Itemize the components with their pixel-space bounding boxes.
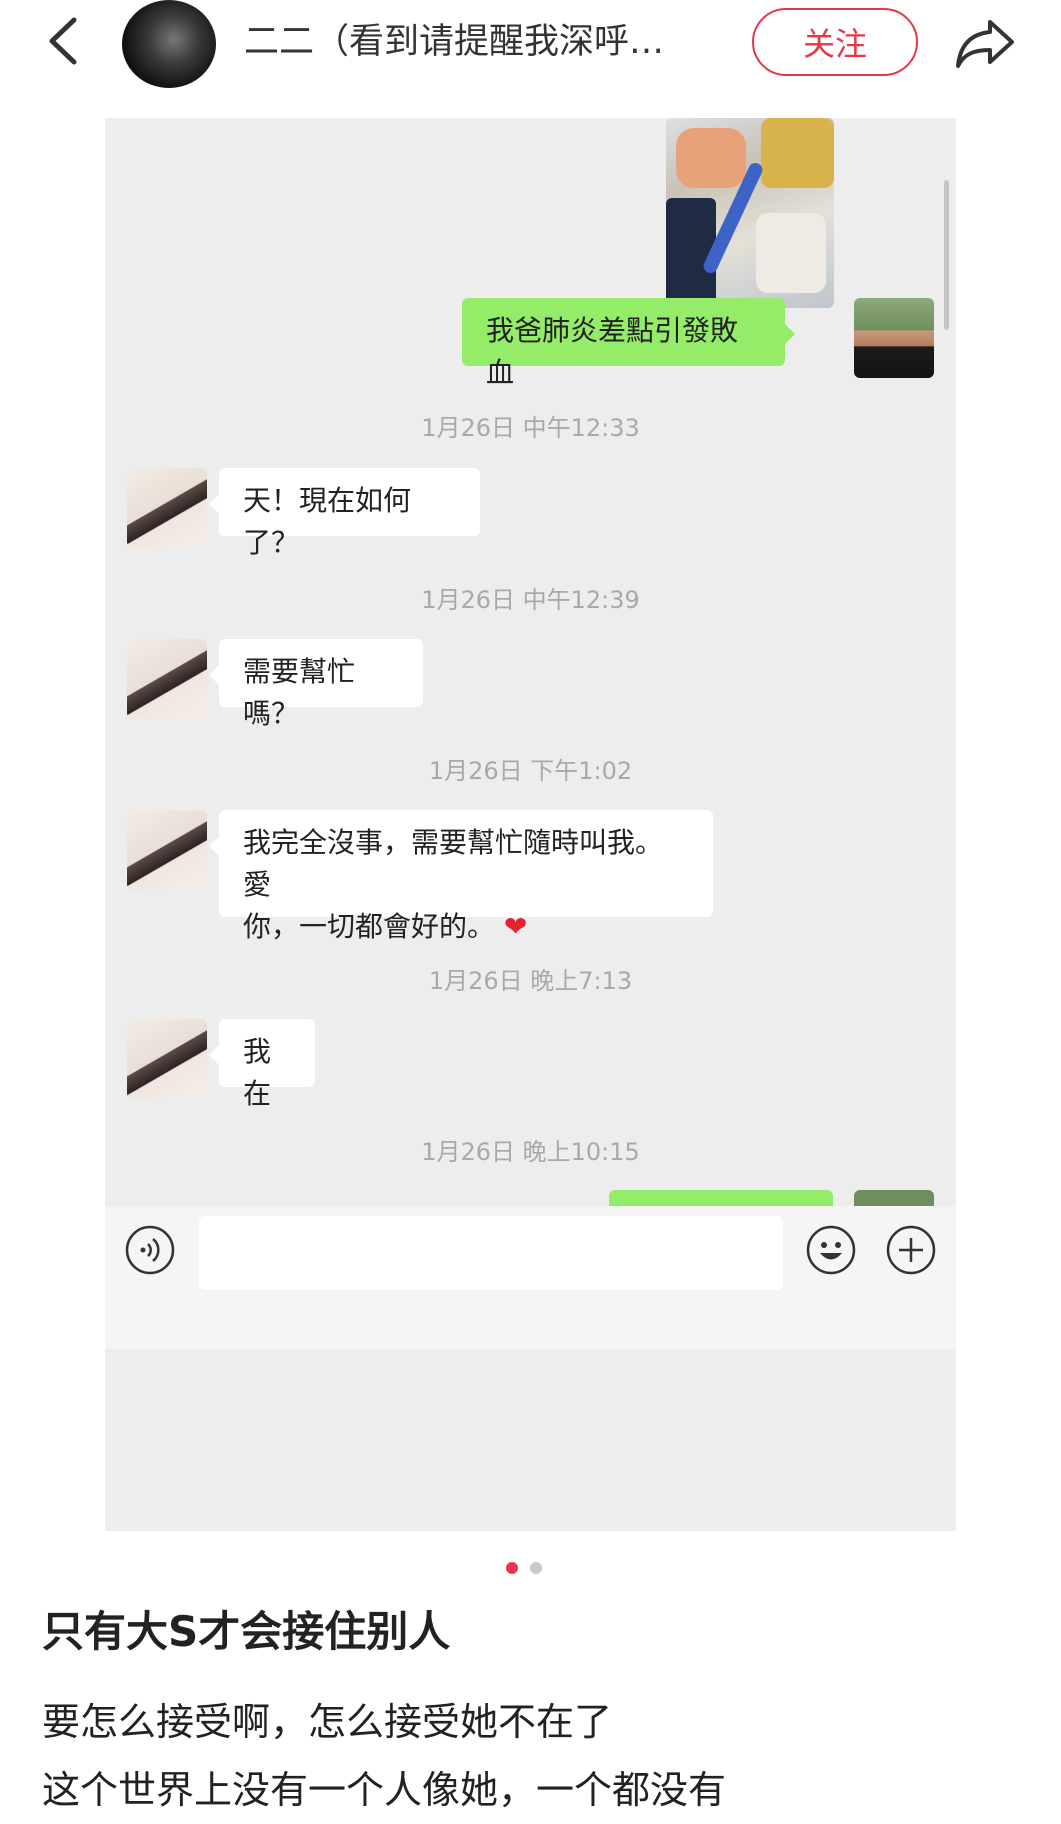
post-body: 要怎么接受啊，怎么接受她不在了 这个世界上没有一个人像她，一个都没有 bbox=[42, 1688, 726, 1824]
chat-screenshot[interactable]: 我爸肺炎差點引發敗血 1月26日 中午12:33 天！現在如何了？ 1月26日 … bbox=[105, 118, 956, 1531]
post-title: 只有大S才会接住别人 bbox=[42, 1607, 451, 1656]
page-indicator[interactable] bbox=[530, 1562, 542, 1574]
avatar[interactable] bbox=[854, 1190, 934, 1206]
chat-input-bar bbox=[105, 1206, 956, 1349]
message-input[interactable] bbox=[199, 1216, 783, 1290]
follow-button[interactable]: 关注 bbox=[752, 8, 918, 76]
avatar[interactable] bbox=[127, 468, 207, 548]
avatar[interactable] bbox=[127, 639, 207, 719]
timestamp: 1月26日 中午12:39 bbox=[421, 586, 640, 614]
message-bubble-received: 我完全沒事，需要幫忙隨時叫我。愛 你，一切都會好的。 ❤ bbox=[209, 810, 713, 943]
message-bubble-sent: 我爸肺炎差點引發敗血 bbox=[462, 298, 795, 389]
timestamp: 1月26日 晚上10:15 bbox=[421, 1138, 640, 1166]
author-name[interactable]: 二二（看到请提醒我深呼… bbox=[244, 18, 714, 66]
post-line: 要怎么接受啊，怎么接受她不在了 bbox=[42, 1700, 613, 1744]
message-text: 需要幫忙嗎？ bbox=[243, 655, 356, 730]
page-indicator-active[interactable] bbox=[506, 1562, 518, 1574]
heart-emoji-icon: ❤ bbox=[503, 910, 528, 943]
avatar[interactable] bbox=[122, 0, 216, 88]
timestamp: 1月26日 中午12:33 bbox=[421, 414, 640, 442]
scrollbar[interactable] bbox=[944, 180, 949, 330]
message-text: 我爸肺炎差點引發敗血 bbox=[486, 314, 739, 389]
shared-photo[interactable] bbox=[666, 118, 834, 308]
voice-icon[interactable] bbox=[124, 1224, 176, 1276]
chevron-left-icon[interactable] bbox=[42, 12, 86, 70]
plus-icon[interactable] bbox=[885, 1224, 937, 1276]
message-bubble-sent bbox=[609, 1190, 833, 1206]
emoji-icon[interactable] bbox=[805, 1224, 857, 1276]
top-bar: 二二（看到请提醒我深呼… 关注 bbox=[0, 0, 1061, 100]
message-text: 你，一切都會好的。 bbox=[243, 910, 496, 943]
message-bubble-received: 我在 bbox=[209, 1019, 315, 1110]
timestamp: 1月26日 下午1:02 bbox=[428, 757, 633, 785]
message-text: 我完全沒事，需要幫忙隨時叫我。愛 bbox=[243, 826, 664, 901]
timestamp: 1月26日 晚上7:13 bbox=[428, 967, 633, 995]
message-text: 天！現在如何了？ bbox=[243, 484, 412, 559]
message-text: 我在 bbox=[243, 1035, 272, 1110]
avatar[interactable] bbox=[127, 1019, 207, 1099]
avatar[interactable] bbox=[854, 298, 934, 378]
avatar[interactable] bbox=[127, 810, 207, 890]
share-arrow-icon[interactable] bbox=[954, 16, 1016, 70]
message-bubble-received: 天！現在如何了？ bbox=[209, 468, 480, 559]
message-bubble-received: 需要幫忙嗎？ bbox=[209, 639, 423, 730]
